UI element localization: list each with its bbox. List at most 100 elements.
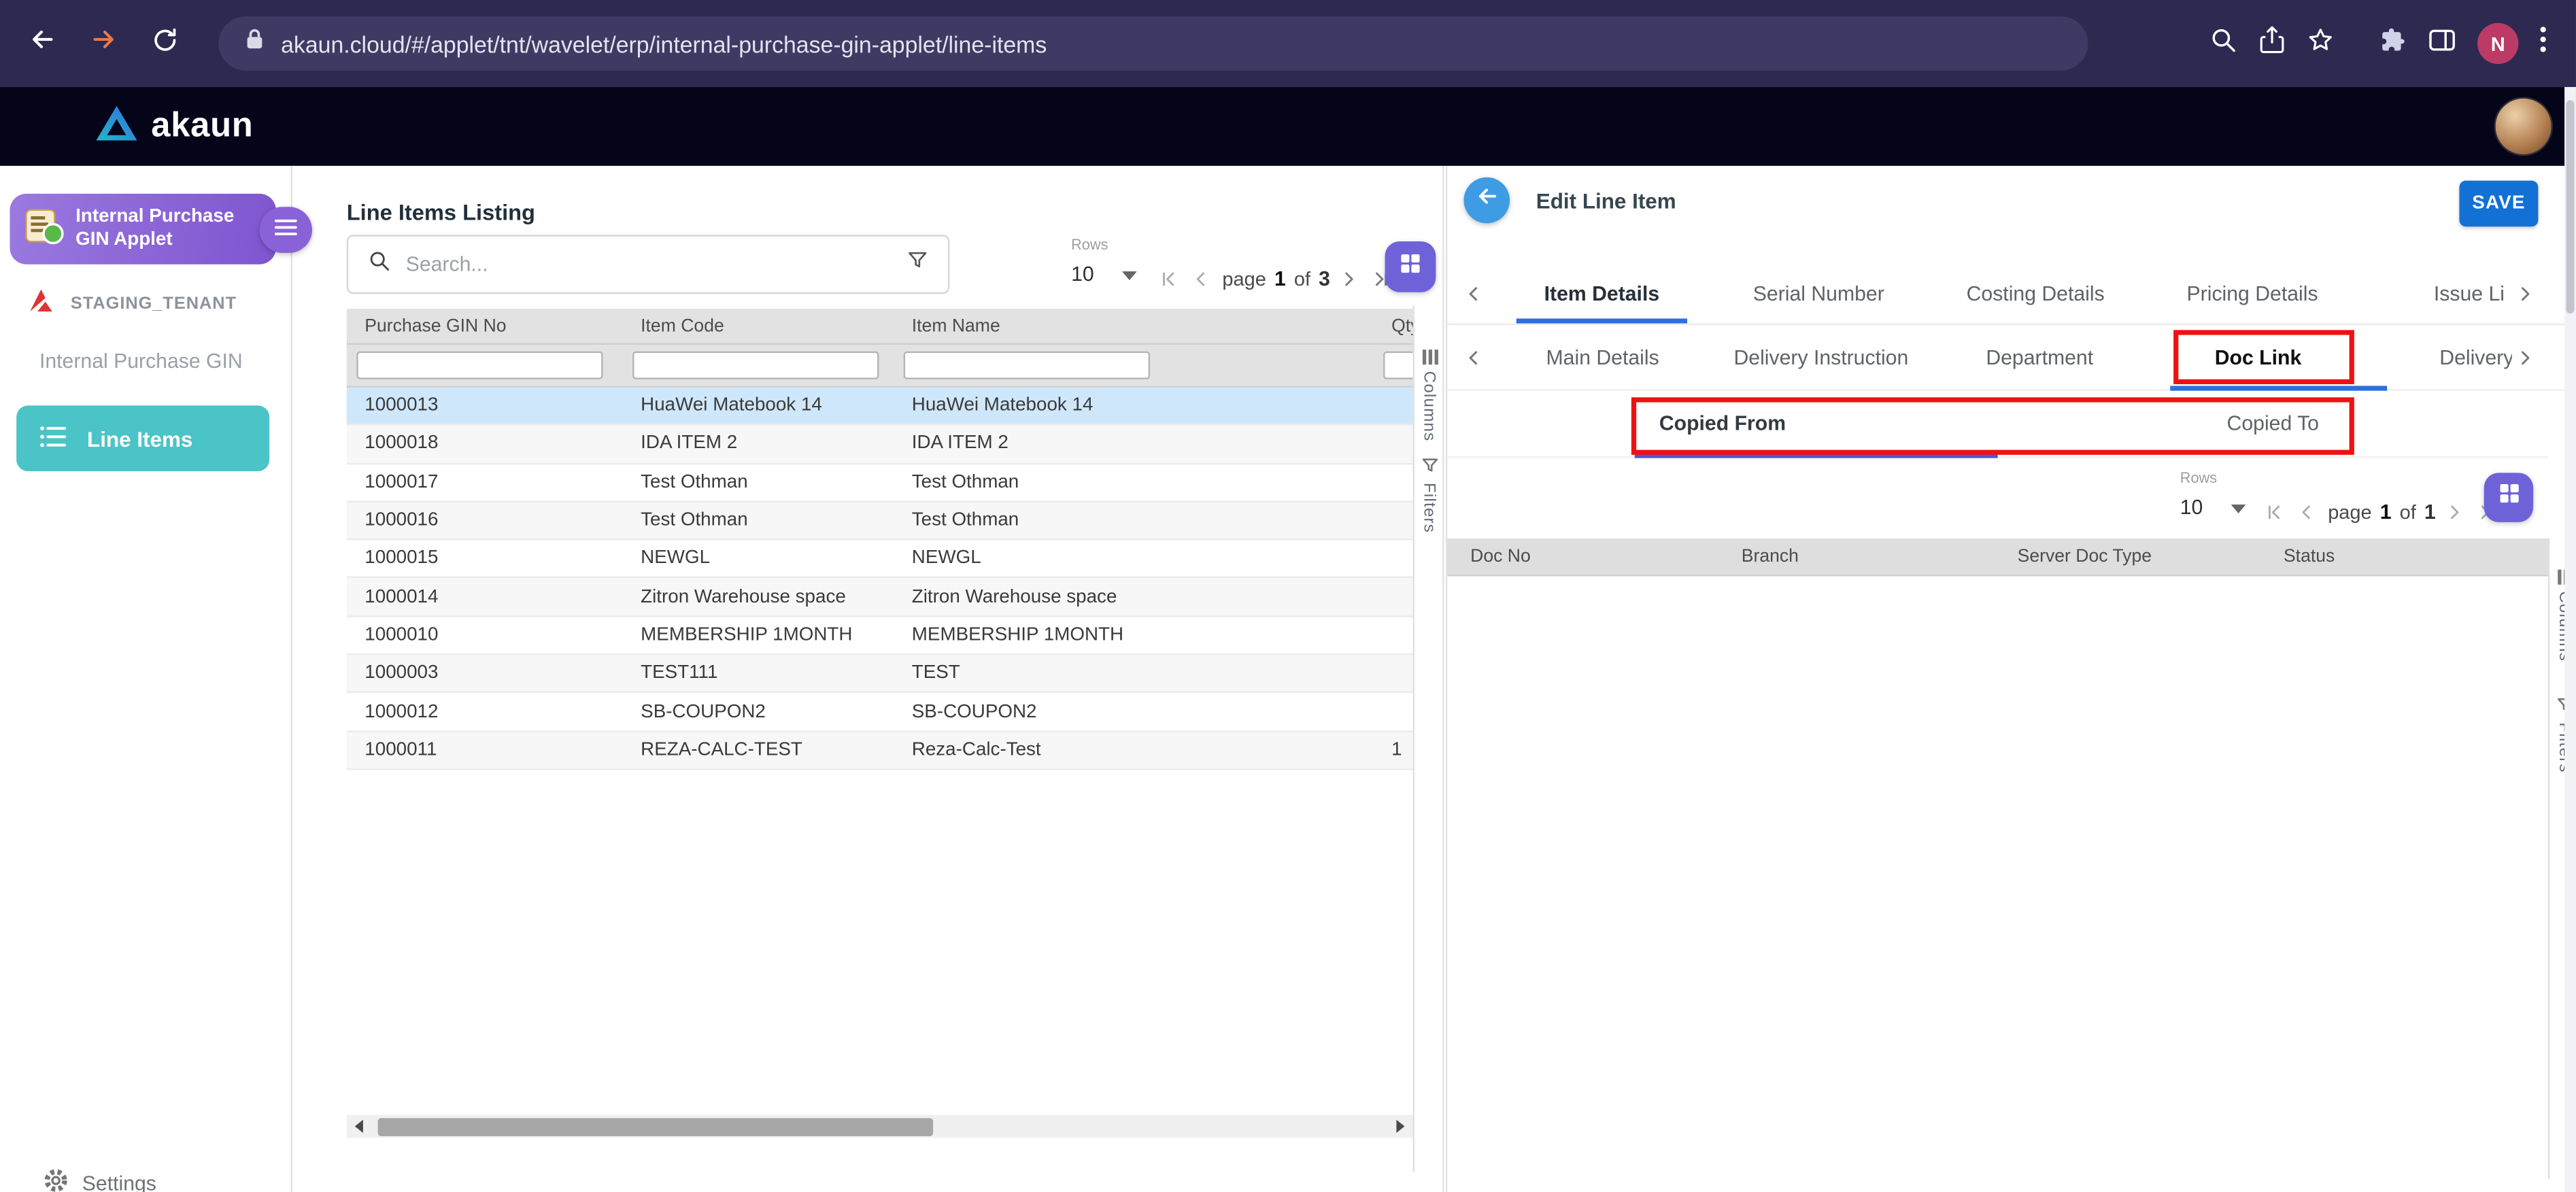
applet-switcher-button[interactable]: Internal Purchase GIN Applet [10,194,275,265]
browser-forward-button[interactable] [78,17,130,69]
page-total: 1 [2424,500,2436,523]
tab-costing-details[interactable]: Costing Details [1927,262,2144,323]
line-items-table: Purchase GIN No Item Code Item Name Qty … [347,309,1413,770]
page-scrollbar[interactable] [2564,87,2576,1192]
doc-link-pagination: page 1 of 1 [2259,498,2502,526]
tab-serial-number[interactable]: Serial Number [1710,262,1927,323]
column-header-server-doc-type[interactable]: Server Doc Type [1995,547,2260,566]
secondary-tab-bar: Main Details Delivery Instruction Depart… [1447,325,2576,391]
table-row[interactable]: 1000003 TEST111 TEST [347,655,1413,694]
scroll-left-icon[interactable] [347,1115,373,1138]
browser-menu-icon[interactable] [2540,27,2547,61]
tab-delivery-details[interactable]: Delivery [2367,325,2512,389]
address-bar[interactable]: akaun.cloud/#/applet/tnt/wavelet/erp/int… [218,16,2088,71]
rows-per-page-select[interactable]: 10 [2180,496,2245,519]
cell-item-code: IDA ITEM 2 [623,435,894,454]
scroll-right-icon[interactable] [1387,1115,1413,1138]
tab-doc-link[interactable]: Doc Link [2149,325,2367,389]
tabs-scroll-right-icon[interactable] [2509,262,2541,323]
share-icon[interactable] [2259,25,2286,61]
bookmark-star-icon[interactable] [2307,25,2335,61]
browser-actions: N [2209,23,2546,64]
forward-arrow-icon [88,24,118,63]
save-button[interactable]: SAVE [2459,181,2538,227]
page-current: 1 [1274,267,1286,290]
subtab-copied-from[interactable]: Copied From [1447,391,1997,457]
side-panel-icon[interactable] [2428,27,2456,60]
applet-menu-button[interactable] [260,207,312,253]
cell-item-code: NEWGL [623,549,894,568]
browser-profile-badge[interactable]: N [2477,23,2518,64]
table-row[interactable]: 1000010 MEMBERSHIP 1MONTH MEMBERSHIP 1MO… [347,617,1413,655]
browser-reload-button[interactable] [138,17,190,69]
cell-item-name: Reza-Calc-Test [894,740,1373,760]
cell-gin-no: 1000010 [347,626,623,645]
listing-pagination: page 1 of 3 [1153,265,1396,292]
first-page-button[interactable] [1153,265,1181,292]
filter-input-qty[interactable] [1383,352,1412,379]
columns-toggle[interactable]: Columns [1419,371,1438,442]
cell-item-code: Test Othman [623,511,894,530]
table-row[interactable]: 1000013 HuaWei Matebook 14 HuaWei Matebo… [347,388,1413,426]
zoom-icon[interactable] [2209,25,2237,61]
tenant-selector[interactable]: STAGING_TENANT [27,288,237,320]
search-input[interactable] [406,253,892,276]
filter-input-purchase-gin-no[interactable] [356,352,603,379]
tabs-scroll-left-icon[interactable] [1457,325,1490,389]
previous-page-button[interactable] [1186,265,1214,292]
first-page-button[interactable] [2259,498,2287,526]
column-header-purchase-gin-no[interactable]: Purchase GIN No [347,316,623,336]
back-button[interactable] [1463,177,1510,224]
tab-item-details[interactable]: Item Details [1493,262,1710,323]
column-header-branch[interactable]: Branch [1718,547,1995,566]
primary-tabs: Item Details Serial Number Costing Detai… [1493,262,2512,323]
tabs-scroll-right-icon[interactable] [2509,325,2541,389]
column-header-item-name[interactable]: Item Name [894,316,1373,336]
column-header-status[interactable]: Status [2260,547,2548,566]
cell-item-name: IDA ITEM 2 [894,435,1373,454]
filter-input-item-name[interactable] [904,352,1150,379]
edit-line-item-panel: Edit Line Item SAVE Item Details Serial … [1446,166,2576,1192]
user-avatar[interactable] [2494,97,2553,156]
tab-department[interactable]: Department [1931,325,2149,389]
browser-back-button[interactable] [16,17,69,69]
table-row[interactable]: 1000014 Zitron Warehouse space Zitron Wa… [347,579,1413,617]
filter-input-item-code[interactable] [632,352,879,379]
table-row[interactable]: 1000018 IDA ITEM 2 IDA ITEM 2 [347,426,1413,464]
scrollbar-thumb[interactable] [378,1117,934,1136]
table-row[interactable]: 1000012 SB-COUPON2 SB-COUPON2 [347,694,1413,732]
subtab-copied-to[interactable]: Copied To [1998,391,2548,457]
table-row[interactable]: 1000015 NEWGL NEWGL [347,541,1413,579]
sidebar-item-line-items[interactable]: Line Items [16,405,269,471]
table-row[interactable]: 1000017 Test Othman Test Othman [347,464,1413,502]
tab-issue-link[interactable]: Issue Li [2361,262,2512,323]
scrollbar-thumb[interactable] [2566,100,2574,313]
tab-delivery-instruction[interactable]: Delivery Instruction [1712,325,1930,389]
column-header-qty[interactable]: Qty [1374,316,1413,336]
page-current: 1 [2380,500,2392,523]
tabs-scroll-left-icon[interactable] [1457,262,1490,323]
rows-per-page-select[interactable]: 10 [1071,262,1136,286]
layout-grid-button[interactable] [1385,241,1436,292]
back-arrow-icon [1474,184,1499,216]
tab-pricing-details[interactable]: Pricing Details [2144,262,2361,323]
table-row[interactable]: 1000011 REZA-CALC-TEST Reza-Calc-Test 1 [347,732,1413,770]
column-header-doc-no[interactable]: Doc No [1447,547,1718,566]
next-page-button[interactable] [2441,498,2469,526]
horizontal-scrollbar[interactable] [347,1115,1413,1138]
extensions-puzzle-icon[interactable] [2379,25,2407,61]
previous-page-button[interactable] [2292,498,2320,526]
search-filter-icon[interactable] [907,250,928,279]
screen: akaun.cloud/#/applet/tnt/wavelet/erp/int… [0,0,2576,1192]
table-row[interactable]: 1000016 Test Othman Test Othman [347,503,1413,541]
next-page-button[interactable] [1335,265,1363,292]
cell-gin-no: 1000013 [347,396,623,415]
cell-item-name: HuaWei Matebook 14 [894,396,1373,415]
tab-main-details[interactable]: Main Details [1493,325,1712,389]
sidebar-item-settings[interactable]: Settings [43,1168,156,1192]
filters-toggle[interactable]: Filters [1419,483,1438,533]
column-header-item-code[interactable]: Item Code [623,316,894,336]
primary-tab-bar: Item Details Serial Number Costing Detai… [1447,262,2576,325]
cell-item-code: Zitron Warehouse space [623,588,894,607]
layout-grid-button[interactable] [2484,473,2533,522]
